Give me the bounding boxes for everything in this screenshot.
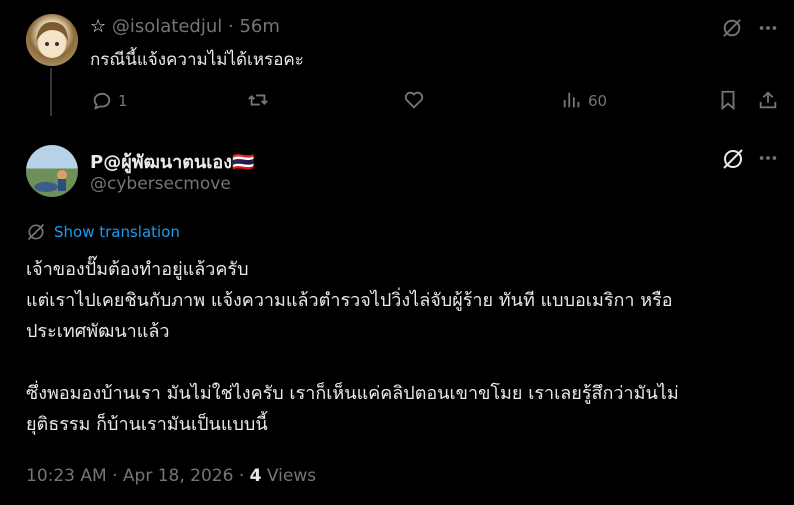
grok-icon[interactable]: [720, 16, 744, 40]
display-name[interactable]: P@ผู้พัฒนาตนเอง: [90, 152, 232, 173]
show-translation[interactable]: Show translation: [26, 222, 180, 242]
more-icon[interactable]: [756, 16, 780, 40]
star-icon: ☆: [90, 16, 107, 37]
reply-handle[interactable]: @isolatedjul: [112, 16, 222, 37]
tweet-line: ซึ่งพอมองบ้านเรา มันไม่ใช่ไงครับ เราก็เห…: [26, 383, 679, 404]
reply-header: ☆ @isolatedjul · 56m: [90, 16, 280, 37]
views-count: 4: [249, 466, 262, 486]
bookmark-icon[interactable]: [716, 88, 740, 112]
reply-time[interactable]: 56m: [239, 16, 279, 37]
thread-line: [50, 68, 52, 116]
reply-text: กรณีนี้แจ้งความไม่ได้เหรอคะ: [90, 50, 304, 70]
reply-sep: ·: [228, 16, 234, 37]
retweet-icon[interactable]: [245, 88, 271, 112]
view-count: 60: [588, 92, 608, 110]
views-label: Views: [261, 466, 317, 486]
tweet-line: [26, 347, 679, 378]
tweet-body: เจ้าของปั๊มต้องทำอยู่แล้วครับ แต่เราไปเค…: [26, 254, 679, 440]
reply-icon[interactable]: [90, 88, 114, 112]
tweet-line: แต่เราไปเคยชินกับภาพ แจ้งความแล้วตำรวจไป…: [26, 290, 673, 311]
main-author[interactable]: P@ผู้พัฒนาตนเอง🇹🇭: [90, 147, 254, 176]
tweet-line: ประเทศพัฒนาแล้ว: [26, 321, 170, 342]
tweet-line: เจ้าของปั๊มต้องทำอยู่แล้วครับ: [26, 259, 249, 280]
share-icon[interactable]: [756, 88, 780, 112]
avatar-isolatedjul[interactable]: [26, 14, 78, 66]
timestamp[interactable]: 10:23 AM · Apr 18, 2026 ·: [26, 466, 250, 486]
reply-count: 1: [118, 92, 128, 110]
tweet-meta: 10:23 AM · Apr 18, 2026 · 4 Views: [26, 466, 316, 486]
tweet-line: ยุติธรรม ก็บ้านเรามันเป็นแบบนี้: [26, 414, 268, 435]
more-icon[interactable]: [756, 146, 780, 170]
show-translation-label[interactable]: Show translation: [54, 223, 180, 241]
thailand-flag-icon: 🇹🇭: [232, 152, 255, 173]
views-icon[interactable]: [560, 88, 584, 112]
like-icon[interactable]: [402, 88, 426, 112]
grok-icon[interactable]: [720, 146, 746, 172]
main-handle[interactable]: @cybersecmove: [90, 174, 231, 194]
translate-icon: [26, 222, 48, 242]
avatar-cybersecmove[interactable]: [26, 145, 78, 197]
